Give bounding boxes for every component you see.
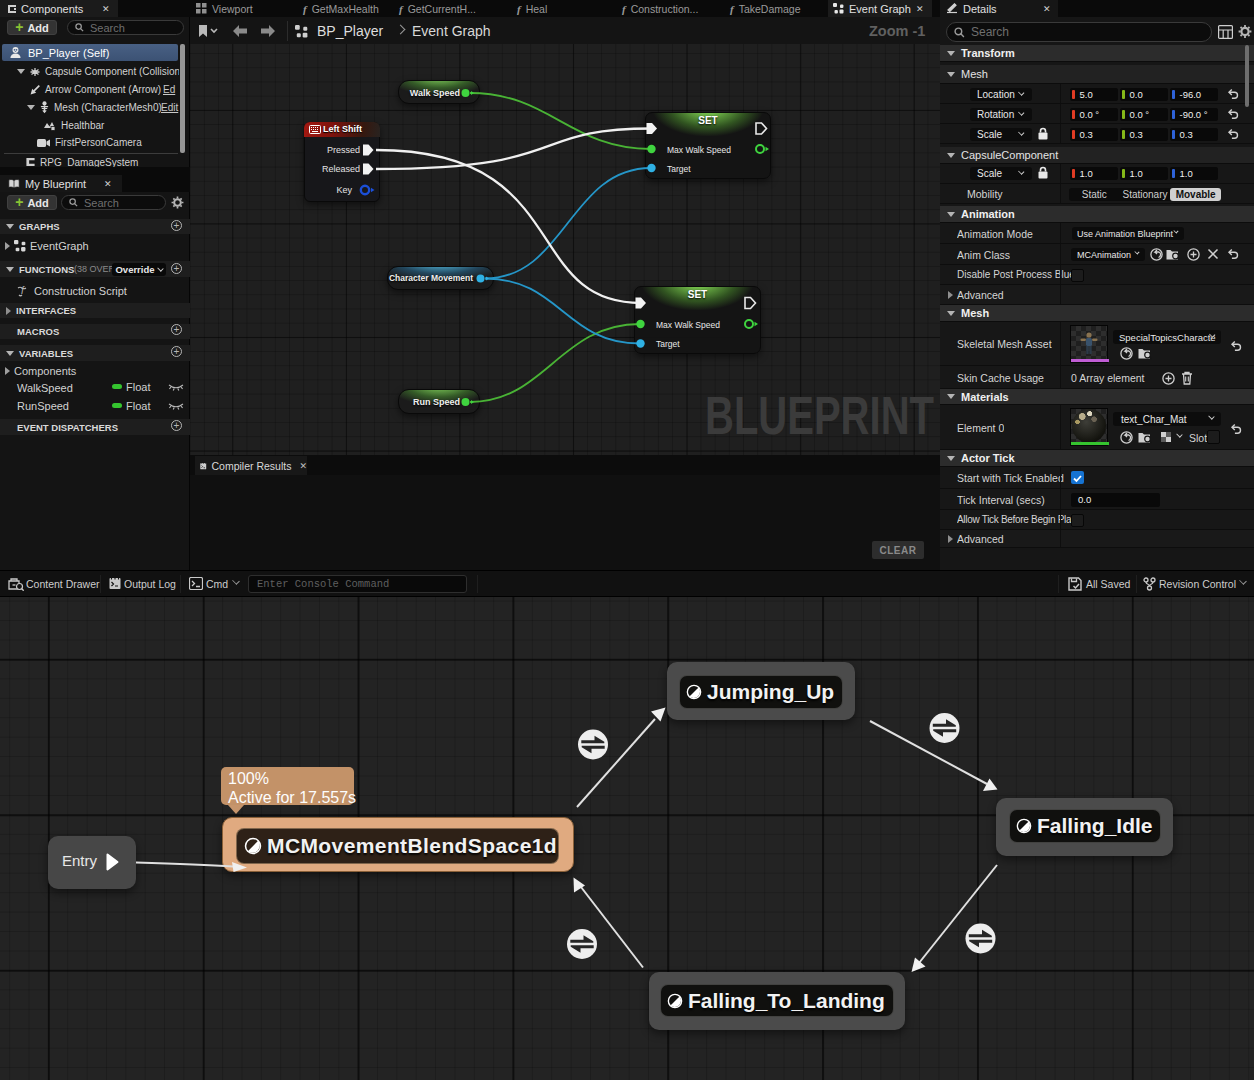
svg-text:f: f [21,285,25,296]
